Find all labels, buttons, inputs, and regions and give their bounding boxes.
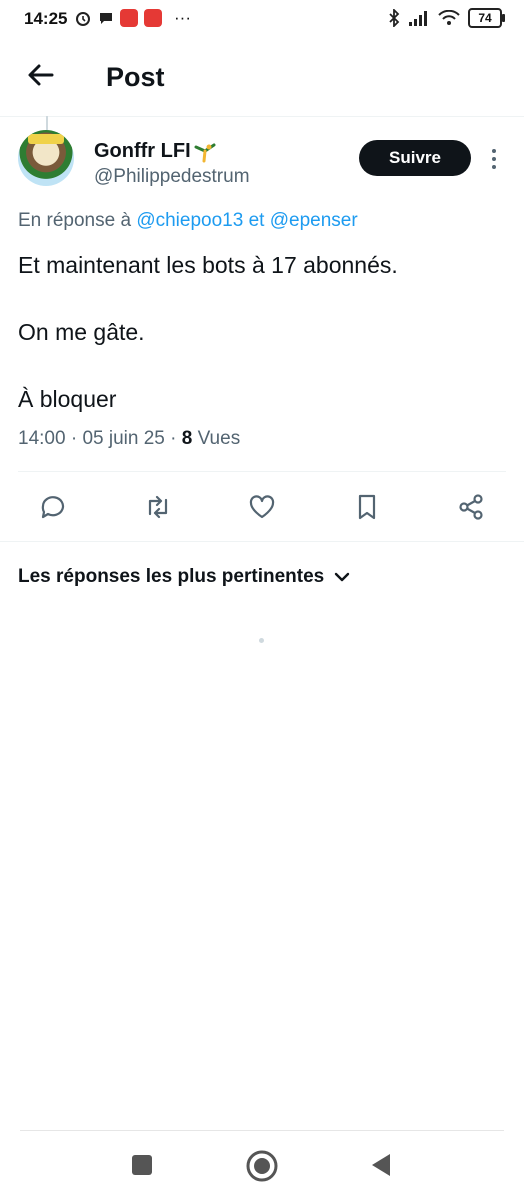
- reply-joiner: et: [248, 210, 265, 231]
- notification-icons: ···: [74, 8, 191, 28]
- divider: [18, 471, 506, 472]
- author-display-name[interactable]: Gonffr LFI: [94, 140, 217, 163]
- post-actions: [0, 488, 524, 528]
- meta-separator: ·: [170, 428, 177, 449]
- sort-label: Les réponses les plus pertinentes: [18, 566, 325, 587]
- thread-connector: [46, 116, 48, 130]
- status-bar: 14:25 ··· 74: [0, 0, 524, 38]
- signal-icon: [409, 11, 427, 26]
- meta-separator: ·: [70, 428, 78, 449]
- author-handle[interactable]: @Philippedestrum: [94, 166, 250, 188]
- like-icon[interactable]: [247, 492, 277, 522]
- post-date: 05 juin 25: [82, 428, 165, 449]
- battery-icon: 74: [468, 8, 505, 28]
- reply-prefix: En réponse à: [18, 210, 132, 231]
- loading-indicator: [259, 638, 264, 643]
- app-notification-icon: [120, 9, 138, 27]
- home-button[interactable]: [245, 1149, 279, 1183]
- back-button[interactable]: [368, 1152, 394, 1178]
- post-paragraph: Et maintenant les bots à 17 abonnés.: [18, 252, 398, 278]
- post-paragraph: On me gâte.: [18, 319, 145, 345]
- reply-context: En réponse à @chiepoo13 et @epenser: [18, 210, 358, 232]
- top-app-bar: Post: [0, 38, 524, 117]
- display-name-text: Gonffr LFI: [94, 140, 191, 162]
- follow-button[interactable]: Suivre: [359, 140, 471, 176]
- arrow-left-icon[interactable]: [24, 58, 58, 92]
- alarm-icon: [76, 12, 90, 26]
- post-meta: 14:00 · 05 juin 25 · 8 Vues: [18, 428, 240, 450]
- chat-bubble-icon: [100, 13, 112, 24]
- recents-button[interactable]: [130, 1153, 154, 1177]
- post-paragraph: À bloquer: [18, 386, 117, 412]
- avatar-badge: [28, 134, 64, 144]
- avatar[interactable]: [18, 130, 74, 186]
- views-count[interactable]: 8: [182, 428, 193, 449]
- post-time: 14:00: [18, 428, 66, 449]
- bluetooth-icon: [389, 9, 400, 27]
- views-label: Vues: [197, 428, 241, 449]
- nav-divider: [20, 1130, 504, 1131]
- post-body: Et maintenant les bots à 17 abonnés. On …: [18, 248, 508, 449]
- app-notification-icon: [144, 9, 162, 27]
- mention-link[interactable]: @epenser: [270, 210, 358, 231]
- chevron-down-icon: [335, 572, 350, 582]
- section-divider: [0, 541, 524, 542]
- reply-icon[interactable]: [38, 492, 68, 522]
- page-title: Post: [106, 62, 165, 92]
- repost-icon[interactable]: [143, 492, 173, 522]
- emoji-icon: [194, 143, 216, 162]
- share-icon[interactable]: [456, 492, 486, 522]
- more-notifications-icon: ···: [174, 8, 191, 27]
- system-icons: 74: [388, 8, 505, 28]
- replies-sort-dropdown[interactable]: Les réponses les plus pertinentes: [18, 566, 350, 588]
- more-options-icon[interactable]: [486, 146, 502, 172]
- status-time: 14:25: [24, 9, 68, 28]
- wifi-icon: [438, 10, 460, 25]
- bookmark-icon[interactable]: [352, 492, 382, 522]
- mention-link[interactable]: @chiepoo13: [136, 210, 243, 231]
